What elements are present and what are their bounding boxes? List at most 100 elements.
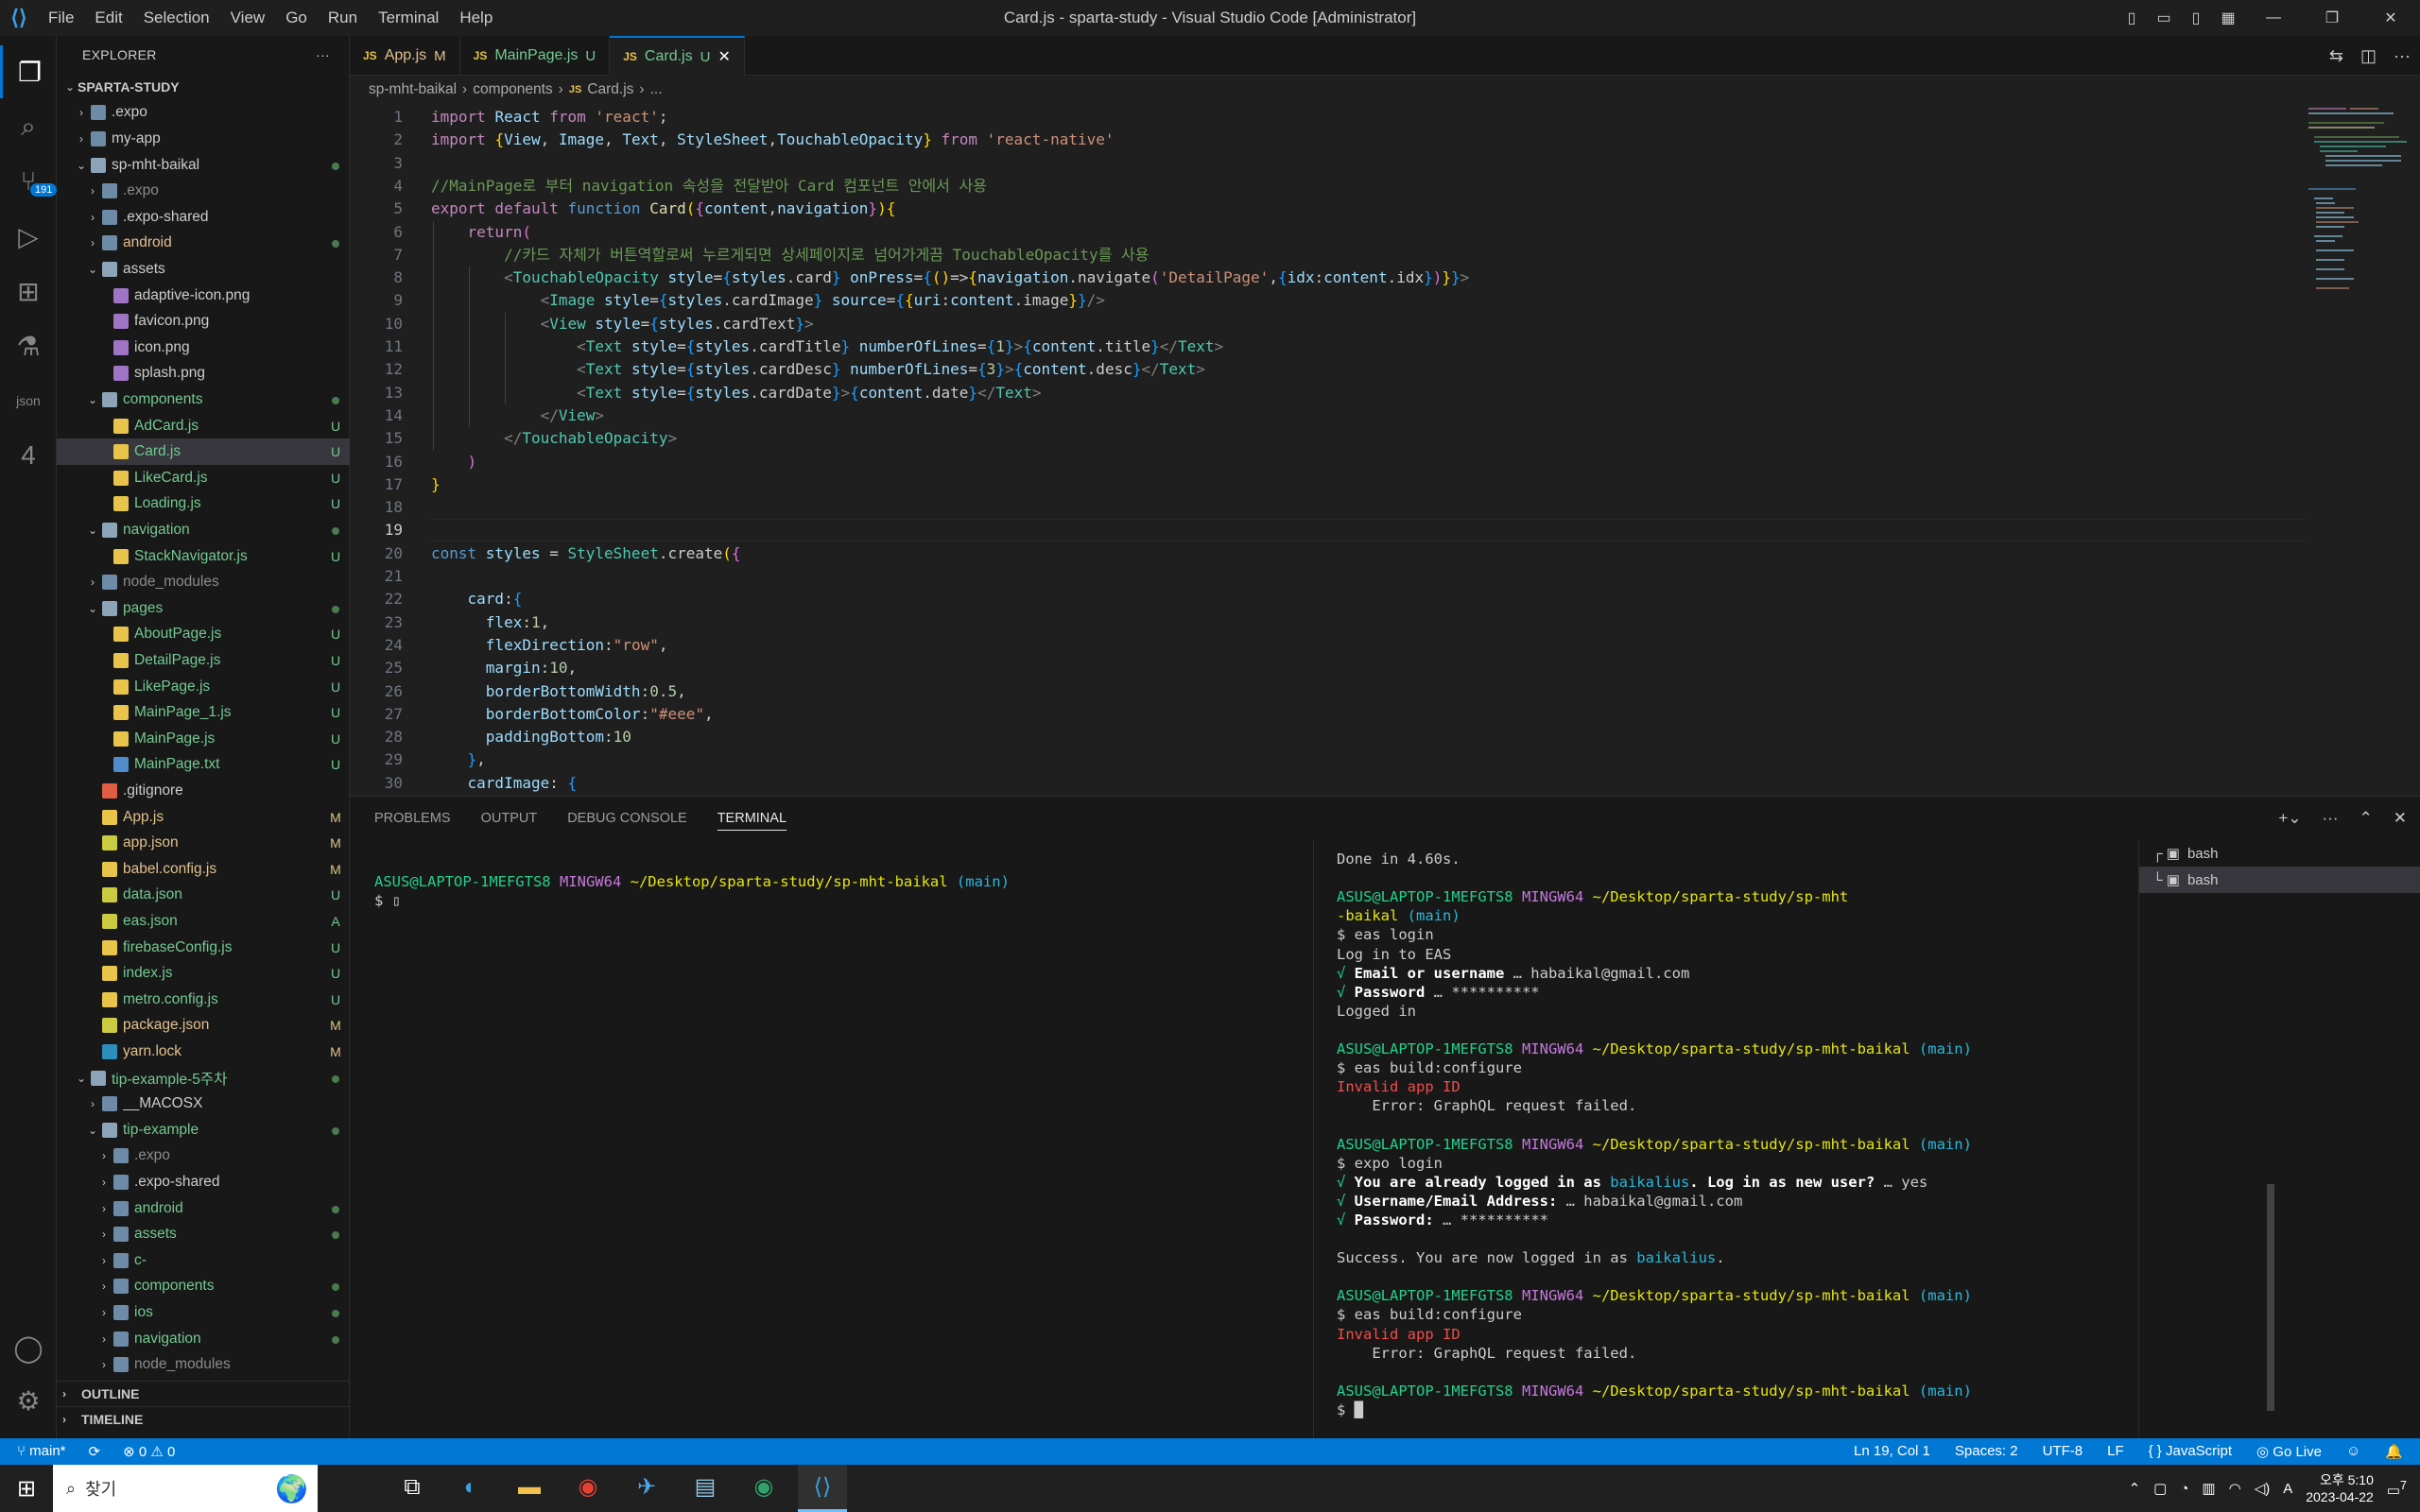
tray-app-icon[interactable]: ▢ — [2153, 1480, 2167, 1497]
tree-folder[interactable]: › android — [57, 1195, 350, 1222]
indentation[interactable]: Spaces: 2 — [1955, 1443, 2018, 1460]
accounts-icon[interactable]: ◯ — [0, 1321, 57, 1374]
feedback-icon[interactable]: ☺ — [2346, 1443, 2360, 1460]
tree-file[interactable]: package.json M — [57, 1013, 350, 1040]
encoding[interactable]: UTF-8 — [2043, 1443, 2083, 1460]
tree-file[interactable]: firebaseConfig.js U — [57, 935, 350, 961]
cursor-position[interactable]: Ln 19, Col 1 — [1854, 1443, 1930, 1460]
breadcrumb-item[interactable]: sp-mht-baikal — [369, 81, 457, 98]
menu-file[interactable]: File — [38, 0, 84, 36]
taskbar-search[interactable]: ⌕ 찾기 🌍 — [53, 1465, 318, 1512]
tree-folder[interactable]: › navigation — [57, 1326, 350, 1352]
notepad-icon[interactable]: ▤ — [681, 1465, 730, 1512]
toggle-panel-icon[interactable]: ▭ — [2148, 9, 2180, 27]
eol[interactable]: LF — [2107, 1443, 2124, 1460]
menu-selection[interactable]: Selection — [133, 0, 220, 36]
tray-overflow-icon[interactable]: ⌃ — [2129, 1480, 2141, 1497]
tree-folder[interactable]: ⌄ assets — [57, 256, 350, 283]
tree-file[interactable]: babel.config.js M — [57, 856, 350, 883]
problems-indicator[interactable]: ⊗ 0 ⚠ 0 — [123, 1443, 175, 1460]
tree-file[interactable]: data.json U — [57, 883, 350, 909]
tree-folder[interactable]: ⌄ tip-example — [57, 1117, 350, 1143]
messenger-icon[interactable]: ✈ — [622, 1465, 671, 1512]
tree-file[interactable]: App.js M — [57, 804, 350, 831]
panel-tab-debug-console[interactable]: DEBUG CONSOLE — [567, 811, 687, 826]
windows-start-icon[interactable]: ⊞ — [0, 1475, 53, 1503]
ime-indicator[interactable]: A — [2283, 1481, 2292, 1497]
outline-section[interactable]: › OUTLINE — [57, 1381, 350, 1406]
tree-folder[interactable]: › my-app — [57, 126, 350, 152]
minimap[interactable] — [2303, 104, 2407, 331]
source-control-icon[interactable]: ⑂ 191 — [0, 155, 58, 208]
run-debug-icon[interactable]: ▷ — [0, 210, 57, 263]
tree-file[interactable]: LikePage.js U — [57, 674, 350, 700]
tab-app-js[interactable]: JS App.js M — [350, 36, 460, 76]
panel-tab-terminal[interactable]: TERMINAL — [717, 811, 787, 831]
tree-folder[interactable]: › .expo — [57, 1143, 350, 1170]
tree-file[interactable]: favicon.png — [57, 308, 350, 335]
wifi-icon[interactable]: ◠ — [2229, 1480, 2241, 1497]
terminal-right[interactable]: Done in 4.60s. ASUS@LAPTOP-1MEFGTS8 MINGW… — [1337, 850, 2131, 1426]
terminal-list-item[interactable]: ┌ ▣ bash — [2139, 840, 2420, 867]
go-live-button[interactable]: ◎ Go Live — [2256, 1443, 2322, 1460]
terminal-list-item[interactable]: └ ▣ bash — [2139, 867, 2420, 893]
toggle-primary-sidebar-icon[interactable]: ▯ — [2116, 9, 2148, 27]
tree-folder[interactable]: ⌄ sp-mht-baikal — [57, 152, 350, 179]
menu-edit[interactable]: Edit — [84, 0, 132, 36]
breadcrumb-item[interactable]: ... — [650, 81, 663, 98]
panel-tab-output[interactable]: OUTPUT — [481, 811, 538, 826]
breadcrumb-item[interactable]: Card.js — [587, 81, 633, 98]
tree-file[interactable]: AboutPage.js U — [57, 622, 350, 648]
tree-folder[interactable]: › .expo-shared — [57, 204, 350, 231]
clock[interactable]: 오후 5:10 2023-04-22 — [2306, 1471, 2374, 1505]
settings-gear-icon[interactable]: ⚙ — [0, 1374, 57, 1427]
editor-more-icon[interactable]: ··· — [2394, 46, 2411, 66]
close-tab-icon[interactable]: ✕ — [717, 47, 730, 66]
tree-folder[interactable]: › .expo — [57, 100, 350, 127]
breadcrumb-item[interactable]: components — [473, 81, 552, 98]
terminal-split-divider[interactable] — [1313, 840, 1314, 1439]
tree-file[interactable]: MainPage.js U — [57, 726, 350, 752]
testing-icon[interactable]: ⚗ — [0, 319, 57, 372]
tree-folder[interactable]: ⌄ navigation — [57, 517, 350, 543]
task-view-icon[interactable]: ⧉ — [388, 1465, 437, 1512]
panel-tab-problems[interactable]: PROBLEMS — [374, 811, 451, 826]
file-explorer-icon[interactable]: ▬ — [505, 1465, 554, 1512]
tree-folder[interactable]: › android — [57, 231, 350, 257]
chrome-profile-icon[interactable]: ◉ — [739, 1465, 788, 1512]
notification-center-icon[interactable]: ▭7 — [2387, 1479, 2407, 1499]
tree-file[interactable]: adaptive-icon.png — [57, 283, 350, 309]
tab-card-js[interactable]: JS Card.js U ✕ — [610, 36, 745, 76]
customize-layout-icon[interactable]: ▦ — [2212, 9, 2244, 27]
tree-file[interactable]: Loading.js U — [57, 491, 350, 518]
tab-mainpage-js[interactable]: JS MainPage.js U — [460, 36, 611, 76]
menu-view[interactable]: View — [220, 0, 276, 36]
tree-folder[interactable]: ⌄ components — [57, 387, 350, 413]
tree-file[interactable]: MainPage.txt U — [57, 752, 350, 779]
restore-button[interactable]: ❐ — [2303, 9, 2361, 27]
tree-file[interactable]: index.js U — [57, 960, 350, 987]
tree-file[interactable]: yarn.lock M — [57, 1039, 350, 1065]
tree-file[interactable]: eas.json A — [57, 908, 350, 935]
terminal-left[interactable]: ASUS@LAPTOP-1MEFGTS8 MINGW64 ~/Desktop/s… — [374, 872, 1301, 1401]
extension-4-icon[interactable]: 4 — [0, 429, 57, 482]
maximize-panel-icon[interactable]: ⌃ — [2360, 809, 2373, 828]
minimize-button[interactable]: — — [2244, 9, 2303, 26]
compare-changes-icon[interactable]: ⇆ — [2329, 46, 2343, 66]
tree-file[interactable]: LikeCard.js U — [57, 465, 350, 491]
menu-go[interactable]: Go — [275, 0, 318, 36]
timeline-section[interactable]: › TIMELINE — [57, 1406, 350, 1432]
notifications-icon[interactable]: 🔔 — [2385, 1443, 2403, 1460]
tree-file[interactable]: DetailPage.js U — [57, 647, 350, 674]
explorer-more-actions-icon[interactable]: ··· — [316, 47, 330, 62]
tree-folder[interactable]: ⌄ SPARTA-STUDY — [57, 74, 350, 100]
tree-folder[interactable]: › components — [57, 1274, 350, 1300]
tree-folder[interactable]: › .expo-shared — [57, 1169, 350, 1195]
code-editor[interactable]: 1 import React from 'react'; 2 import {Vie… — [350, 104, 2420, 796]
new-terminal-icon[interactable]: +⌄ — [2278, 809, 2301, 828]
tree-file[interactable]: app.json M — [57, 830, 350, 856]
tree-folder[interactable]: › __MACOSX — [57, 1091, 350, 1117]
toggle-secondary-sidebar-icon[interactable]: ▯ — [2180, 9, 2212, 27]
tree-file[interactable]: Card.js U — [57, 438, 350, 465]
extensions-icon[interactable]: ⊞ — [0, 265, 57, 318]
